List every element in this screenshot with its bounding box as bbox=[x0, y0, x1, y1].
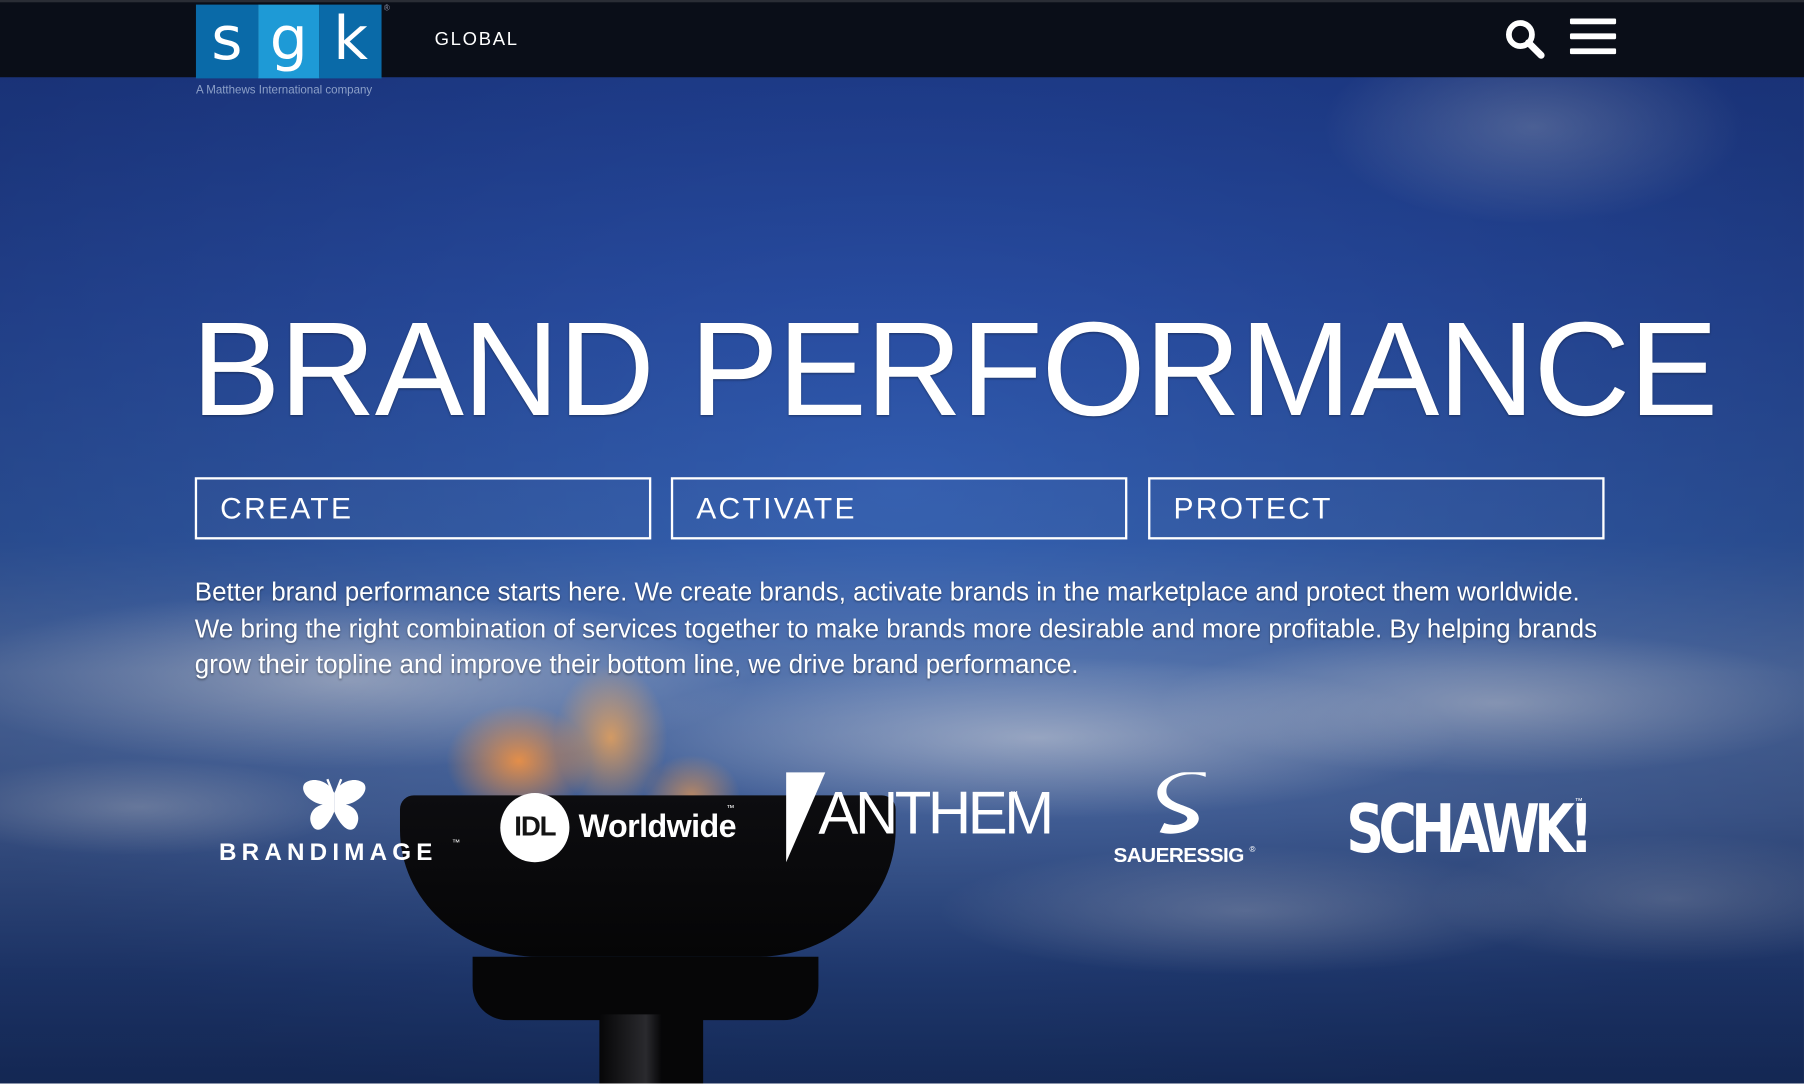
idl-worldwide-logo[interactable]: IDL Worldwide ™ bbox=[500, 793, 742, 867]
saueressig-name: SAUERESSIG bbox=[1113, 843, 1245, 867]
sgk-logo[interactable]: s g k bbox=[195, 4, 382, 79]
pillar-buttons: CREATE ACTIVATE PROTECT bbox=[194, 477, 1606, 540]
search-icon[interactable] bbox=[1504, 18, 1545, 59]
torch-stem-graphic bbox=[599, 1014, 704, 1084]
schawk-word: SCHAWK! bbox=[1346, 789, 1593, 868]
hamburger-menu-icon[interactable] bbox=[1569, 18, 1617, 55]
logo-registered-mark: ® bbox=[383, 4, 390, 13]
logo-letter-g: g bbox=[257, 4, 320, 79]
anthem-logo[interactable]: ANTHEM ™ bbox=[784, 772, 1054, 864]
saueressig-s-icon bbox=[1157, 772, 1206, 834]
brandimage-name: BRANDIMAGE bbox=[219, 839, 438, 866]
trademark-mark: ™ bbox=[726, 804, 735, 813]
butterfly-icon bbox=[303, 778, 366, 830]
hero-background-image bbox=[0, 0, 1804, 1084]
page: s g k ® GLOBAL A Matthews International … bbox=[0, 0, 1804, 1084]
logo-letter-s: s bbox=[195, 4, 258, 79]
trademark-mark: ™ bbox=[451, 839, 460, 848]
hero-description: Better brand performance starts here. We… bbox=[194, 577, 1598, 679]
hero-title: BRAND PERFORMANCE bbox=[191, 293, 1718, 444]
brandimage-logo[interactable]: BRANDIMAGE ™ bbox=[214, 777, 460, 869]
site-header: s g k ® GLOBAL bbox=[0, 0, 1804, 79]
schawk-logo[interactable]: SCHAWK! ™ bbox=[1346, 789, 1593, 869]
saueressig-logo[interactable]: SAUERESSIG ® bbox=[1109, 772, 1259, 876]
region-selector[interactable]: GLOBAL bbox=[435, 30, 519, 51]
trademark-mark: ™ bbox=[1574, 797, 1583, 806]
logo-letter-k: k bbox=[319, 4, 382, 79]
activate-button[interactable]: ACTIVATE bbox=[670, 477, 1128, 540]
registered-mark: ® bbox=[1249, 846, 1256, 855]
idl-circle-mark: IDL bbox=[500, 793, 570, 863]
idl-worldwide-word: Worldwide bbox=[578, 808, 737, 844]
torch-collar-graphic bbox=[472, 956, 819, 1021]
trademark-mark: ™ bbox=[1009, 790, 1018, 799]
create-button[interactable]: CREATE bbox=[194, 477, 652, 540]
logo-tagline: A Matthews International company bbox=[195, 84, 373, 97]
protect-button[interactable]: PROTECT bbox=[1148, 477, 1605, 540]
brand-logos-row: BRANDIMAGE ™ IDL Worldwide ™ ANTHEM ™ SA… bbox=[0, 749, 1804, 887]
